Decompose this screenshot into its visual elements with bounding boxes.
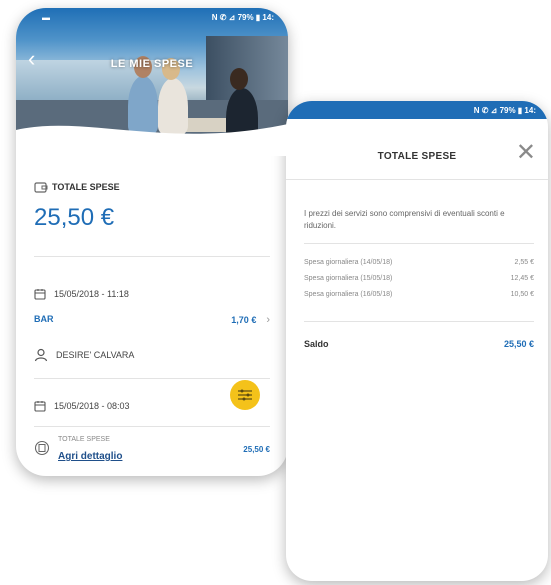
- divider: [34, 378, 270, 379]
- receipt-icon: [34, 440, 50, 456]
- divider: [34, 426, 270, 427]
- modal-title: TOTALE SPESE: [377, 151, 457, 162]
- divider: [304, 321, 534, 322]
- filter-icon: [238, 389, 252, 401]
- status-bar-text: N ✆ ⊿ 79% ▮ 14:: [211, 12, 274, 22]
- expense-line-label: Spesa giornaliera (16/05/18): [304, 291, 393, 298]
- status-bar: ▬ N ✆ ⊿ 79% ▮ 14:: [16, 8, 288, 26]
- details-link[interactable]: Agri dettaglio: [58, 451, 122, 462]
- calendar-icon: [34, 401, 46, 412]
- saldo-value: 25,50 €: [503, 339, 534, 349]
- phone-screen-spese: ▬ N ✆ ⊿ 79% ▮ 14: ‹ LE MIE SPESE TOTALE …: [16, 8, 288, 476]
- page-title: LE MIE SPESE: [110, 58, 194, 70]
- footer-amount: 25,50 €: [243, 445, 270, 454]
- divider: [304, 243, 534, 244]
- entry2-date-row: 15/05/2018 - 08:03: [34, 400, 130, 412]
- price-note: I prezzi dei servizi sono comprensivi di…: [304, 209, 505, 230]
- close-icon[interactable]: ✕: [516, 141, 536, 165]
- footer-label: TOTALE SPESE: [58, 436, 110, 443]
- expense-line-label: Spesa giornaliera (14/05/18): [304, 259, 393, 266]
- total-label: TOTALE SPESE: [52, 182, 120, 192]
- expense-line-value: 10,50 €: [510, 291, 534, 298]
- expense-line-label: Spesa giornaliera (15/05/18): [304, 275, 393, 282]
- total-section-label: TOTALE SPESE: [34, 180, 120, 194]
- person-icon: [34, 348, 48, 362]
- expense-line: Spesa giornaliera (16/05/18) 10,50 €: [304, 291, 534, 298]
- entry1-person: DESIRE' CALVARA: [56, 350, 135, 360]
- wallet-icon: [34, 182, 48, 193]
- chevron-right-icon[interactable]: ›: [266, 314, 270, 326]
- calendar-icon: [34, 289, 46, 300]
- status-bar: N ✆ ⊿ 79% ▮ 14:: [286, 101, 548, 119]
- entry1-category: BAR: [34, 314, 54, 324]
- status-bar-text: N ✆ ⊿ 79% ▮ 14:: [473, 105, 536, 115]
- expense-line-value: 12,45 €: [510, 275, 534, 282]
- header-wave: [16, 124, 288, 156]
- entry1-datetime: 15/05/2018 - 11:18: [54, 289, 129, 299]
- status-bar-left: ▬: [42, 12, 50, 22]
- entry1-category-row[interactable]: BAR 1,70 € ›: [34, 314, 270, 326]
- phone-screen-totale: N ✆ ⊿ 79% ▮ 14: TOTALE SPESE ✕ I prezzi …: [286, 101, 548, 581]
- entry1-date-row: 15/05/2018 - 11:18: [34, 288, 129, 300]
- saldo-row: Saldo 25,50 €: [304, 339, 534, 349]
- expense-line-value: 2,55 €: [514, 259, 534, 266]
- entry2-datetime: 15/05/2018 - 08:03: [54, 401, 130, 411]
- total-amount: 25,50 €: [34, 204, 115, 231]
- divider: [286, 179, 548, 180]
- saldo-label: Saldo: [304, 339, 329, 349]
- expense-line: Spesa giornaliera (15/05/18) 12,45 €: [304, 275, 534, 282]
- entry1-amount: 1,70 €: [231, 315, 257, 325]
- entry1-person-row: DESIRE' CALVARA: [34, 348, 134, 362]
- expense-line: Spesa giornaliera (14/05/18) 2,55 €: [304, 259, 534, 266]
- divider: [34, 256, 270, 257]
- filter-button[interactable]: [230, 380, 260, 410]
